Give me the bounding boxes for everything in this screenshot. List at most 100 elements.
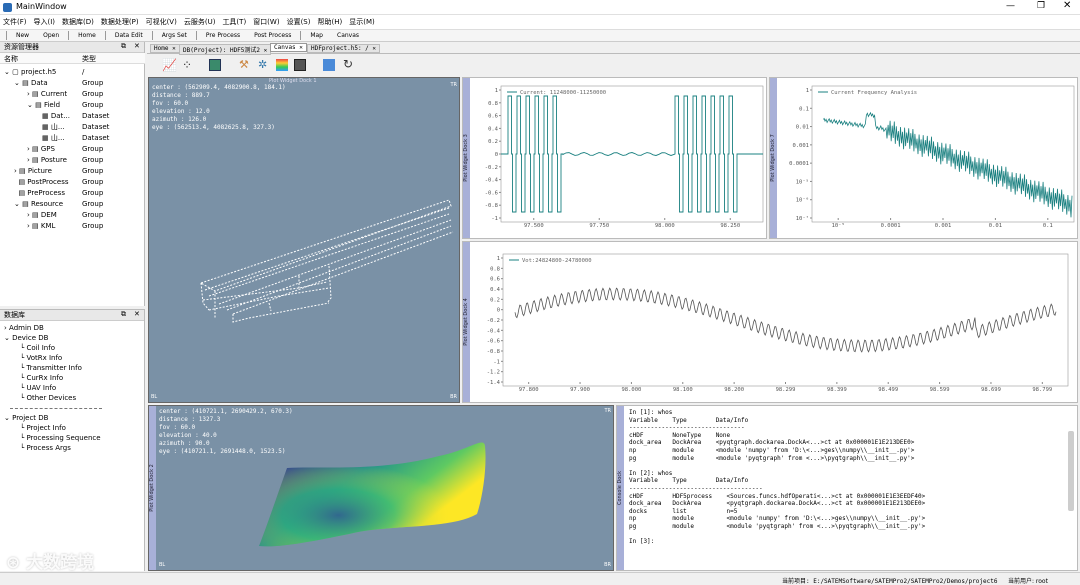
tree-type: Dataset [82,134,110,142]
open-button[interactable]: Open [43,32,59,39]
tree-row-posture[interactable]: › ▤ Posture [27,155,67,166]
menu-data-processing[interactable]: 数据处理(P) [101,17,139,27]
dem-surface-3d[interactable] [149,406,615,572]
x-tick-label: 98.100 [673,387,693,393]
close-button[interactable]: ✕ [1063,0,1071,11]
tree-row-picture[interactable]: › ▤ Picture [14,166,52,177]
scatter-plot-icon[interactable]: ⁘ [182,58,192,72]
home-button[interactable]: Home [78,32,96,39]
float-icon[interactable]: ⧉ [121,42,126,51]
col-name-header[interactable]: 名称 [4,54,18,64]
toolbar-separator [195,31,197,40]
post-process-button[interactable]: Post Process [254,32,291,39]
menu-database[interactable]: 数据库(D) [62,17,94,27]
watermark-icon: ⊛ [6,553,21,573]
tree-row-project[interactable]: ⌄ ▢ project.h5 [4,67,56,78]
toolbar-separator [300,31,302,40]
tree-type: Group [82,101,104,109]
x-tick-label: 98.299 [776,387,796,393]
tab-db-project[interactable]: DB(Project): HDF5测试2 ✕ [179,44,272,55]
menu-settings[interactable]: 设置(S) [287,17,311,27]
db-process-args[interactable]: └ Process Args [20,443,71,454]
refresh-icon[interactable]: ↻ [343,57,353,71]
x-tick-label: 98.799 [1032,387,1052,393]
line-plot-icon[interactable]: 📈 [162,58,177,72]
float-icon[interactable]: ⧉ [121,310,126,319]
resource-header: 名称 类型 [0,53,145,64]
y-tick-label: 0.0001 [789,161,809,167]
tree-row-field[interactable]: ⌄ ▤ Field [27,100,60,111]
sparkle-icon[interactable]: ✲ [258,58,267,71]
minimize-button[interactable]: — [1006,1,1015,11]
menu-cloud[interactable]: 云服务(U) [184,17,216,27]
brush-icon[interactable]: ⚒ [239,58,249,71]
new-button[interactable]: New [16,32,29,39]
tree-row-kml[interactable]: › ▤ KML [27,221,55,232]
menu-tools[interactable]: 工具(T) [222,17,246,27]
tab-home[interactable]: Home ✕ [150,44,180,53]
tab-hdfproject[interactable]: HDFproject.h5: / ✕ [307,44,381,53]
x-tick-label: 0.001 [935,223,952,229]
db-other-devices[interactable]: └ Other Devices [20,393,76,404]
menu-file[interactable]: 文件(F) [3,17,27,27]
canvas-button[interactable]: Canvas [337,32,359,39]
toolbar-separator [104,31,106,40]
plot-dock-vot: Plot Widget Dock 4 1 0.8 0.6 0.4 0.2 0 -0.2 -0.… [462,241,1078,403]
menu-visualize[interactable]: 可视化(V) [146,17,177,27]
tree-row-dataset-3[interactable]: ▦ 山... [42,133,65,144]
plot-frame [502,253,1069,387]
args-set-button[interactable]: Args Set [162,32,187,39]
y-tick-label: 0.2 [488,139,498,145]
tree-row-data[interactable]: ⌄ ▤ Data [14,78,48,89]
tree-row-dem[interactable]: › ▤ DEM [27,210,57,221]
x-tick-label: 97.900 [570,387,590,393]
y-tick-label: -0.4 [485,178,499,184]
map-plot-icon[interactable] [209,59,221,71]
vot-time-series[interactable]: 1 0.8 0.6 0.4 0.2 0 -0.2 -0.4 -0.6 -0.8 -1 -1.2 -1.4… [463,242,1079,404]
menu-window[interactable]: 窗口(W) [253,17,279,27]
maximize-button[interactable]: ❐ [1037,1,1045,11]
y-tick-label: 0.6 [488,114,498,120]
tree-type: Group [82,200,104,208]
close-icon[interactable]: ✕ [134,310,140,318]
y-tick-label: 1 [806,88,809,94]
frequency-spectrum[interactable]: 1 0.1 0.01 0.001 0.0001 10⁻⁵ 10⁻⁶ 10⁻⁷ 10⁻⁵ 0.000… [770,78,1079,240]
col-type-header[interactable]: 类型 [82,54,96,64]
menu-import[interactable]: 导入(I) [34,17,56,27]
tree-row-preprocess[interactable]: ▤ PreProcess [14,188,65,199]
console-output[interactable]: In [1]: whos Variable Type Data/Info ---… [629,409,1069,569]
tree-type: / [82,68,85,76]
tree-row-current[interactable]: › ▤ Current [27,89,67,100]
pre-process-button[interactable]: Pre Process [206,32,240,39]
tree-type: Dataset [82,123,110,131]
x-tick-label: 98.200 [724,387,744,393]
legend-label: Vot:24824800-24780000 [522,258,592,264]
tab-canvas[interactable]: Canvas ✕ [270,43,307,52]
x-tick-label: 98.250 [720,223,740,229]
flight-path-3d[interactable] [149,78,461,404]
x-tick-label: 98.000 [621,387,641,393]
cube-icon[interactable] [294,59,306,71]
tree-row-gps[interactable]: › ▤ GPS [27,144,55,155]
console-dock: Console Dock In [1]: whos Variable Type … [616,405,1078,571]
canvas-toolbar: 📈 ⁘ ⚒ ✲ ↻ [147,56,1080,76]
tab-bar: Home ✕ DB(Project): HDF5测试2 ✕ Canvas ✕ H… [147,43,1080,55]
building-icon[interactable] [323,59,335,71]
y-tick-label: -0.2 [485,165,498,171]
tree-row-dataset-2[interactable]: ▦ 山... [42,122,65,133]
current-time-series[interactable]: 1 0.8 0.6 0.4 0.2 0 -0.2 -0.4 -0.6 -0.8 -1 97.500 97… [463,78,768,240]
data-edit-button[interactable]: Data Edit [115,32,143,39]
y-tick-label: -1.4 [487,380,501,386]
menu-help[interactable]: 帮助(H) [317,17,342,27]
map-button[interactable]: Map [310,32,323,39]
tree-row-resource[interactable]: ⌄ ▤ Resource [14,199,63,210]
plot-dock-current: Plot Widget Dock 3 1 0.8 0.6 0.4 0.2 0 -0.2 -0.… [462,77,767,239]
tree-row-dataset-1[interactable]: ▦ Dat... [42,111,70,122]
tree-row-postprocess[interactable]: ▤ PostProcess [14,177,68,188]
layers-icon[interactable] [276,59,288,71]
x-tick-label: 98.499 [878,387,898,393]
close-icon[interactable]: ✕ [134,42,140,50]
console-scrollbar[interactable] [1068,431,1074,511]
menu-display[interactable]: 显示(M) [349,17,375,27]
y-tick-label: 10⁻⁶ [796,197,809,204]
